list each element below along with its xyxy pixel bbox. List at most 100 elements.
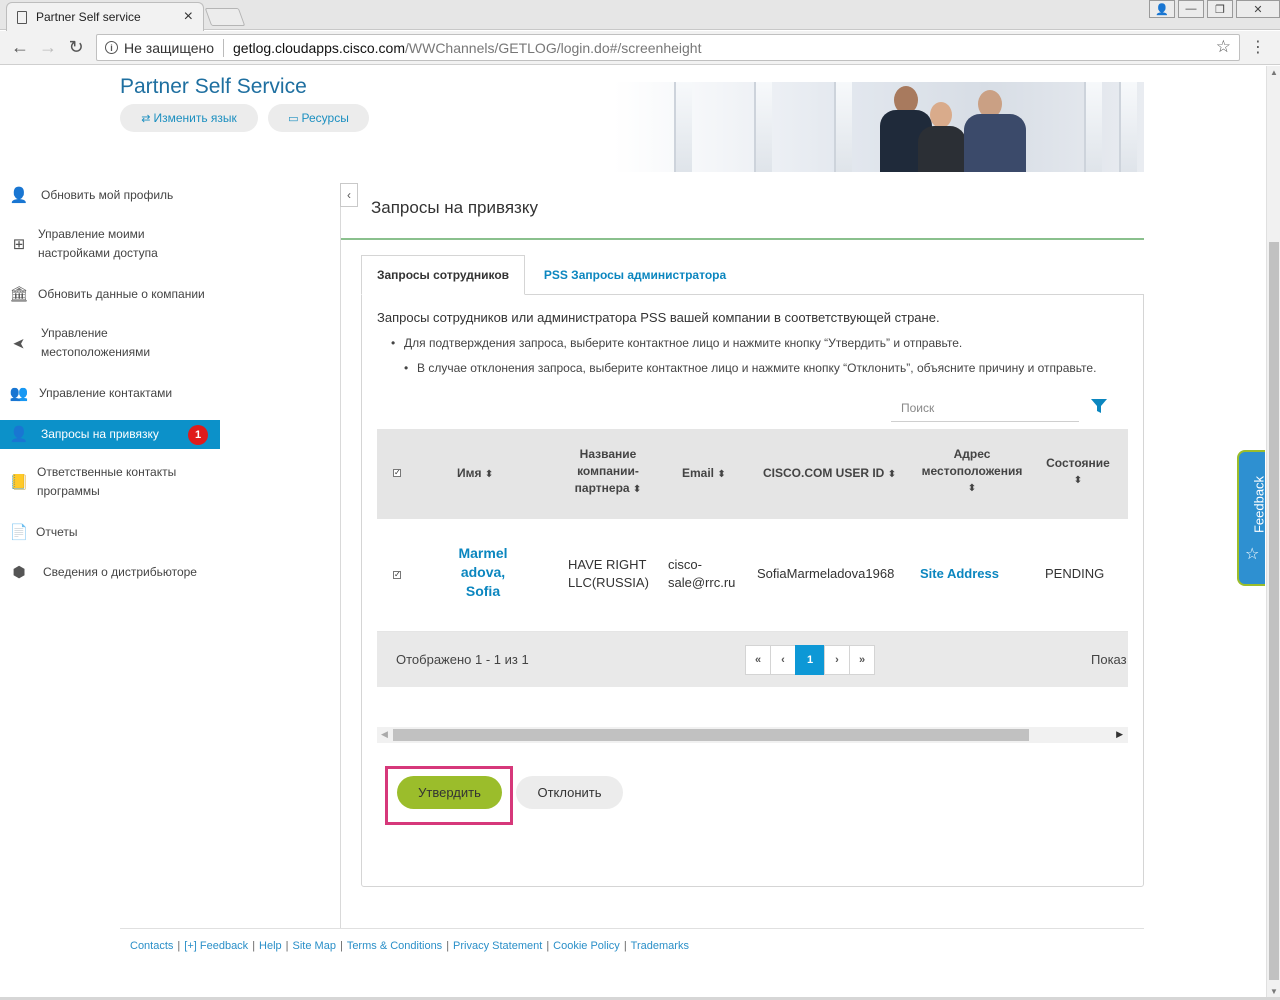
footer-link-feedback[interactable]: [+] Feedback bbox=[184, 940, 248, 952]
footer-link-cookie-policy[interactable]: Cookie Policy bbox=[553, 940, 620, 952]
contact-name-part: adova, bbox=[460, 564, 506, 580]
cubes-icon: ⬢ bbox=[12, 563, 26, 581]
document-icon bbox=[17, 10, 27, 24]
footer-separator: | bbox=[177, 940, 181, 952]
profile-icon[interactable]: 👤 bbox=[1149, 0, 1175, 18]
sort-icon: ⬍ bbox=[717, 469, 726, 480]
column-header-label: Email bbox=[682, 466, 715, 480]
sort-icon: ⬍ bbox=[1073, 475, 1083, 486]
first-page-button[interactable]: « bbox=[745, 645, 771, 675]
feedback-side-tab[interactable]: Feedback ☆ bbox=[1237, 450, 1267, 586]
reload-button[interactable]: ↻ bbox=[62, 37, 90, 58]
instruction-approve: Для подтверждения запроса, выберите конт… bbox=[391, 336, 962, 350]
security-label: Не защищено bbox=[124, 39, 214, 56]
window-controls: 👤 — ❐ ✕ bbox=[1146, 0, 1280, 18]
scroll-left-arrow-icon[interactable]: ◀ bbox=[381, 729, 388, 740]
resources-button[interactable]: ▭ Ресурсы bbox=[268, 104, 369, 132]
footer-separator: | bbox=[546, 940, 550, 952]
column-header-label: Имя bbox=[457, 466, 482, 480]
contact-name-part: Marmel bbox=[458, 545, 508, 561]
footer-link-site-map[interactable]: Site Map bbox=[293, 940, 336, 952]
footer-link-help[interactable]: Help bbox=[259, 940, 282, 952]
page-scrollbar[interactable]: ▲ ▼ bbox=[1266, 66, 1280, 998]
url-path: /WWChannels/GETLOG/login.do#/screenheigh… bbox=[405, 39, 702, 56]
filter-icon[interactable] bbox=[1090, 397, 1108, 415]
close-tab-icon[interactable]: × bbox=[184, 9, 193, 25]
column-header-address[interactable]: Адрес местоположения ⬍ bbox=[917, 446, 1027, 497]
contact-name-link[interactable]: Marmel adova, Sofia bbox=[453, 544, 513, 601]
approve-button[interactable]: Утвердить bbox=[397, 776, 502, 809]
sort-icon: ⬍ bbox=[887, 469, 897, 480]
sidebar-item-company-data[interactable]: 🏛 Обновить данные о компании bbox=[0, 283, 220, 305]
scroll-right-arrow-icon[interactable]: ▶ bbox=[1116, 729, 1123, 740]
reject-button[interactable]: Отклонить bbox=[516, 776, 623, 809]
select-all-checkbox[interactable]: ✓ bbox=[393, 469, 401, 477]
browser-menu-icon[interactable]: ⋮ bbox=[1250, 37, 1266, 57]
next-page-button[interactable]: › bbox=[824, 645, 850, 675]
browser-tab[interactable]: Partner Self service × bbox=[6, 2, 204, 31]
new-tab-button[interactable] bbox=[204, 8, 246, 26]
footer-links: Contacts | [+] Feedback | Help | Site Map | … bbox=[130, 940, 689, 952]
scrollbar-thumb[interactable] bbox=[1269, 242, 1279, 980]
row-checkbox[interactable]: ✓ bbox=[393, 571, 401, 579]
footer-separator: | bbox=[285, 940, 289, 952]
table-horizontal-scrollbar[interactable]: ◀ ▶ bbox=[377, 727, 1128, 743]
back-button[interactable]: ← bbox=[6, 37, 34, 58]
user-plus-icon: 👤 bbox=[9, 426, 29, 443]
column-header-label: партнера bbox=[574, 481, 630, 495]
current-page-button[interactable]: 1 bbox=[795, 645, 825, 675]
tab-employee-requests[interactable]: Запросы сотрудников bbox=[361, 255, 525, 295]
column-header-company[interactable]: Название компании- партнера ⬍ bbox=[569, 446, 647, 498]
scroll-down-arrow-icon[interactable]: ▼ bbox=[1270, 987, 1278, 996]
sidebar-item-update-profile[interactable]: 👤 Обновить мой профиль bbox=[0, 184, 220, 206]
sidebar-item-locations[interactable]: ➤ Управление местоположениями bbox=[0, 324, 220, 362]
info-icon[interactable]: i bbox=[105, 41, 118, 54]
report-icon: 📄 bbox=[9, 523, 29, 541]
scroll-up-arrow-icon[interactable]: ▲ bbox=[1270, 68, 1278, 77]
forward-button[interactable]: → bbox=[34, 37, 62, 58]
column-header-label: местоположения bbox=[921, 464, 1023, 478]
site-address-link[interactable]: Site Address bbox=[920, 566, 999, 581]
footer-link-contacts[interactable]: Contacts bbox=[130, 940, 173, 952]
sidebar-item-program-contacts[interactable]: 📒 Ответственные контакты программы bbox=[0, 463, 220, 501]
location-arrow-icon: ➤ bbox=[12, 334, 26, 352]
bookmark-star-icon[interactable]: ☆ bbox=[1216, 37, 1231, 57]
column-header-name[interactable]: Имя ⬍ bbox=[457, 465, 493, 483]
collapse-sidebar-button[interactable]: ‹ bbox=[340, 183, 358, 207]
sidebar-item-reports[interactable]: 📄 Отчеты bbox=[0, 521, 220, 543]
contact-name-part: Sofia bbox=[465, 583, 501, 599]
footer-separator: | bbox=[339, 940, 343, 952]
column-header-email[interactable]: Email ⬍ bbox=[682, 465, 726, 483]
footer-separator: | bbox=[623, 940, 627, 952]
prev-page-button[interactable]: ‹ bbox=[770, 645, 796, 675]
change-language-button[interactable]: ⇄ Изменить язык bbox=[120, 104, 258, 132]
company-cell: HAVE RIGHT LLC(RUSSIA) bbox=[568, 556, 649, 592]
sidebar-item-association-requests[interactable]: 👤 Запросы на привязку 1 bbox=[0, 420, 220, 449]
scrollbar-thumb[interactable] bbox=[393, 729, 1029, 741]
sidebar-item-label: Отчеты bbox=[36, 524, 78, 539]
sidebar-item-label: Обновить мой профиль bbox=[41, 187, 174, 202]
footer-link-trademarks[interactable]: Trademarks bbox=[631, 940, 689, 952]
column-header-userid[interactable]: CISCO.COM USER ID ⬍ bbox=[763, 465, 896, 483]
table-row[interactable]: ✓ Marmel adova, Sofia HAVE RIGHT LLC(RUS… bbox=[377, 519, 1128, 632]
footer-link-terms[interactable]: Terms & Conditions bbox=[347, 940, 442, 952]
maximize-button[interactable]: ❐ bbox=[1207, 0, 1233, 18]
divider bbox=[223, 38, 224, 57]
sort-icon: ⬍ bbox=[967, 483, 977, 494]
sidebar-item-distributor-info[interactable]: ⬢ Сведения о дистрибьюторе bbox=[0, 561, 220, 583]
minimize-button[interactable]: — bbox=[1178, 0, 1204, 18]
footer-link-privacy[interactable]: Privacy Statement bbox=[453, 940, 542, 952]
sidebar-item-contacts[interactable]: 👥 Управление контактами bbox=[0, 382, 220, 404]
records-shown-text: Отображено 1 - 1 из 1 bbox=[396, 652, 529, 667]
last-page-button[interactable]: » bbox=[849, 645, 875, 675]
column-header-status[interactable]: Состояние ⬍ bbox=[1042, 455, 1114, 489]
resources-label: Ресурсы bbox=[301, 111, 349, 125]
search-field[interactable] bbox=[891, 395, 1079, 422]
sidebar-item-access-settings[interactable]: ⊞ Управление моими настройками доступа bbox=[0, 225, 220, 263]
intro-text: Запросы сотрудников или администратора P… bbox=[377, 310, 940, 325]
tab-admin-requests[interactable]: PSS Запросы администратора bbox=[531, 255, 739, 295]
address-bar[interactable]: i Не защищено getlog.cloudapps.cisco.com… bbox=[96, 34, 1240, 61]
search-input[interactable] bbox=[891, 395, 1079, 421]
close-window-button[interactable]: ✕ bbox=[1236, 0, 1280, 18]
column-header-label: Адрес bbox=[953, 447, 991, 461]
